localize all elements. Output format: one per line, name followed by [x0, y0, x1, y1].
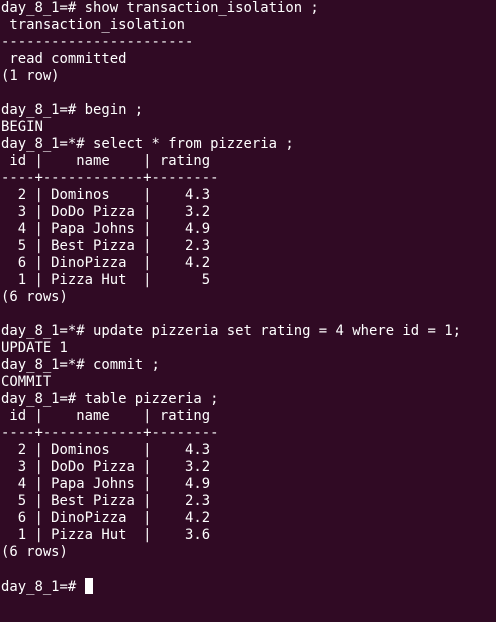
terminal-line: 5 | Best Pizza | 2.3 [1, 238, 211, 254]
terminal-line: BEGIN [1, 119, 43, 135]
terminal-line: 2 | Dominos | 4.3 [1, 187, 211, 203]
terminal-line: transaction_isolation [1, 17, 185, 33]
terminal-line: (6 rows) [1, 289, 68, 305]
terminal-line: 1 | Pizza Hut | 3.6 [1, 527, 211, 543]
terminal-line: day_8_1=# table pizzeria ; [1, 391, 219, 407]
terminal-line: COMMIT [1, 374, 52, 390]
prompt-text: day_8_1=# [1, 579, 85, 595]
terminal-line: 6 | DinoPizza | 4.2 [1, 255, 211, 271]
terminal-line: 3 | DoDo Pizza | 3.2 [1, 459, 211, 475]
terminal-line: 5 | Best Pizza | 2.3 [1, 493, 211, 509]
terminal-line: day_8_1=*# update pizzeria set rating = … [1, 323, 461, 339]
terminal-line: day_8_1=*# select * from pizzeria ; [1, 136, 294, 152]
terminal-line: id | name | rating [1, 408, 211, 424]
terminal-line: 4 | Papa Johns | 4.9 [1, 221, 211, 237]
terminal-line: 1 | Pizza Hut | 5 [1, 272, 211, 288]
terminal-line: 3 | DoDo Pizza | 3.2 [1, 204, 211, 220]
text-cursor-icon [84, 578, 93, 594]
terminal-line: (6 rows) [1, 544, 68, 560]
terminal-line: (1 row) [1, 68, 60, 84]
terminal-line: day_8_1=*# commit ; [1, 357, 160, 373]
terminal-line: ----+------------+-------- [1, 425, 219, 441]
terminal-line: id | name | rating [1, 153, 211, 169]
terminal-line: 2 | Dominos | 4.3 [1, 442, 211, 458]
terminal-line: ----------------------- [1, 34, 194, 50]
terminal-line: 4 | Papa Johns | 4.9 [1, 476, 211, 492]
terminal-line: UPDATE 1 [1, 340, 68, 356]
terminal-line: day_8_1=# show transaction_isolation ; [1, 0, 319, 16]
terminal-prompt-line[interactable]: day_8_1=# [1, 578, 495, 595]
terminal-output: day_8_1=# show transaction_isolation ; t… [1, 0, 495, 578]
terminal-line: read committed [1, 51, 127, 67]
terminal-window[interactable]: day_8_1=# show transaction_isolation ; t… [1, 0, 495, 622]
terminal-line: day_8_1=# begin ; [1, 102, 144, 118]
terminal-line: ----+------------+-------- [1, 170, 219, 186]
terminal-line: 6 | DinoPizza | 4.2 [1, 510, 211, 526]
